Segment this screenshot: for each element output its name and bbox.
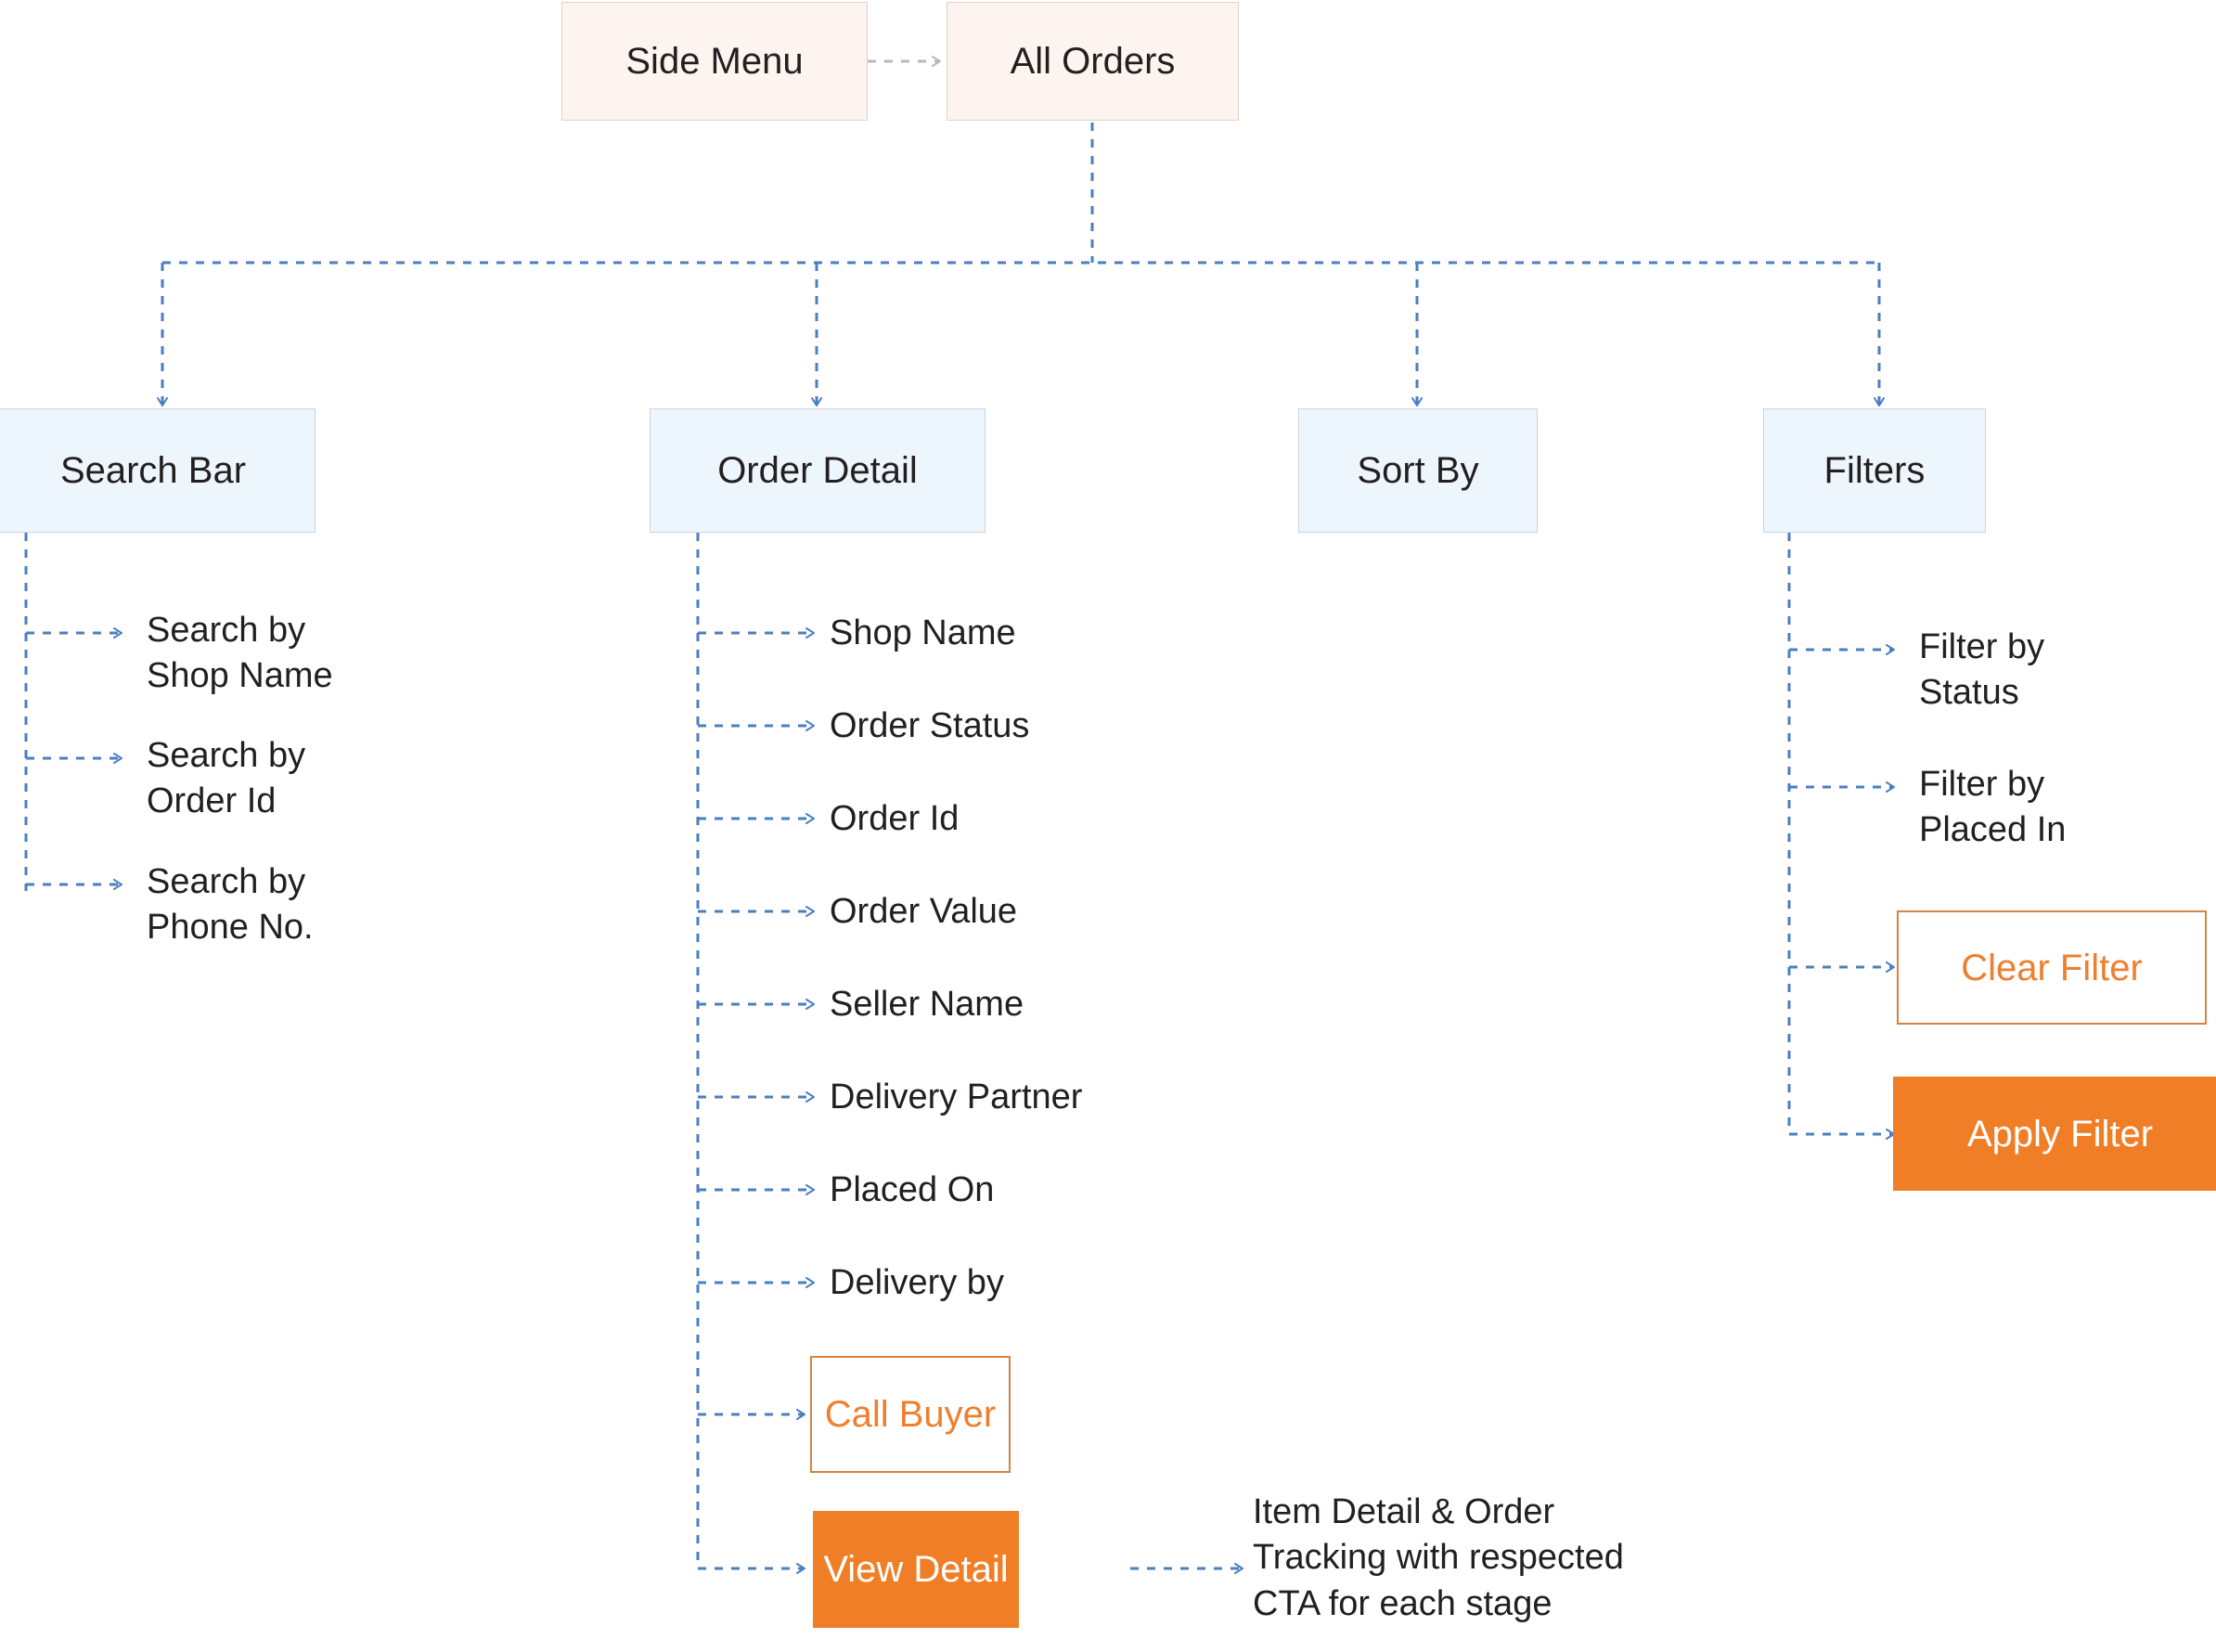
- clear-filter-button[interactable]: Clear Filter: [1897, 910, 2207, 1025]
- node-side-menu-label: Side Menu: [625, 41, 804, 82]
- leaf-placed-on: Placed On: [830, 1170, 995, 1209]
- leaf-order-status: Order Status: [830, 706, 1030, 745]
- node-all-orders[interactable]: All Orders: [947, 2, 1239, 121]
- node-search-bar[interactable]: Search Bar: [0, 408, 316, 533]
- clear-filter-label: Clear Filter: [1961, 947, 2143, 988]
- view-detail-note: Item Detail & Order Tracking with respec…: [1253, 1492, 1624, 1623]
- leaf-order-value: Order Value: [830, 892, 1018, 931]
- view-detail-button[interactable]: View Detail: [813, 1511, 1019, 1628]
- leaf-filter-by-placed-in: Filter by Placed In: [1919, 765, 2067, 850]
- leaf-search-by-order-id: Search by Order Id: [147, 736, 306, 821]
- node-side-menu[interactable]: Side Menu: [561, 2, 868, 121]
- flow-diagram-canvas: Side Menu All Orders Search Bar Order De…: [0, 0, 2216, 1652]
- leaf-delivery-partner: Delivery Partner: [830, 1078, 1083, 1116]
- leaf-search-by-shop-name: Search by Shop Name: [147, 611, 333, 696]
- leaf-search-by-phone-no: Search by Phone No.: [147, 862, 314, 948]
- node-search-bar-label: Search Bar: [59, 450, 247, 491]
- apply-filter-label: Apply Filter: [1966, 1113, 2154, 1155]
- node-filters[interactable]: Filters: [1763, 408, 1986, 533]
- apply-filter-button[interactable]: Apply Filter: [1893, 1077, 2216, 1191]
- leaf-seller-name: Seller Name: [830, 985, 1024, 1024]
- call-buyer-label: Call Buyer: [824, 1394, 997, 1435]
- leaf-delivery-by: Delivery by: [830, 1263, 1004, 1302]
- node-sort-by[interactable]: Sort By: [1298, 408, 1538, 533]
- node-all-orders-label: All Orders: [1010, 41, 1176, 82]
- node-order-detail-label: Order Detail: [717, 450, 918, 491]
- leaf-filter-by-status: Filter by Status: [1919, 627, 2045, 713]
- leaf-order-id: Order Id: [830, 799, 960, 838]
- node-sort-by-label: Sort By: [1357, 450, 1479, 491]
- call-buyer-button[interactable]: Call Buyer: [810, 1356, 1011, 1473]
- view-detail-label: View Detail: [823, 1549, 1009, 1590]
- leaf-shop-name: Shop Name: [830, 613, 1016, 652]
- node-order-detail[interactable]: Order Detail: [650, 408, 986, 533]
- node-filters-label: Filters: [1823, 450, 1926, 491]
